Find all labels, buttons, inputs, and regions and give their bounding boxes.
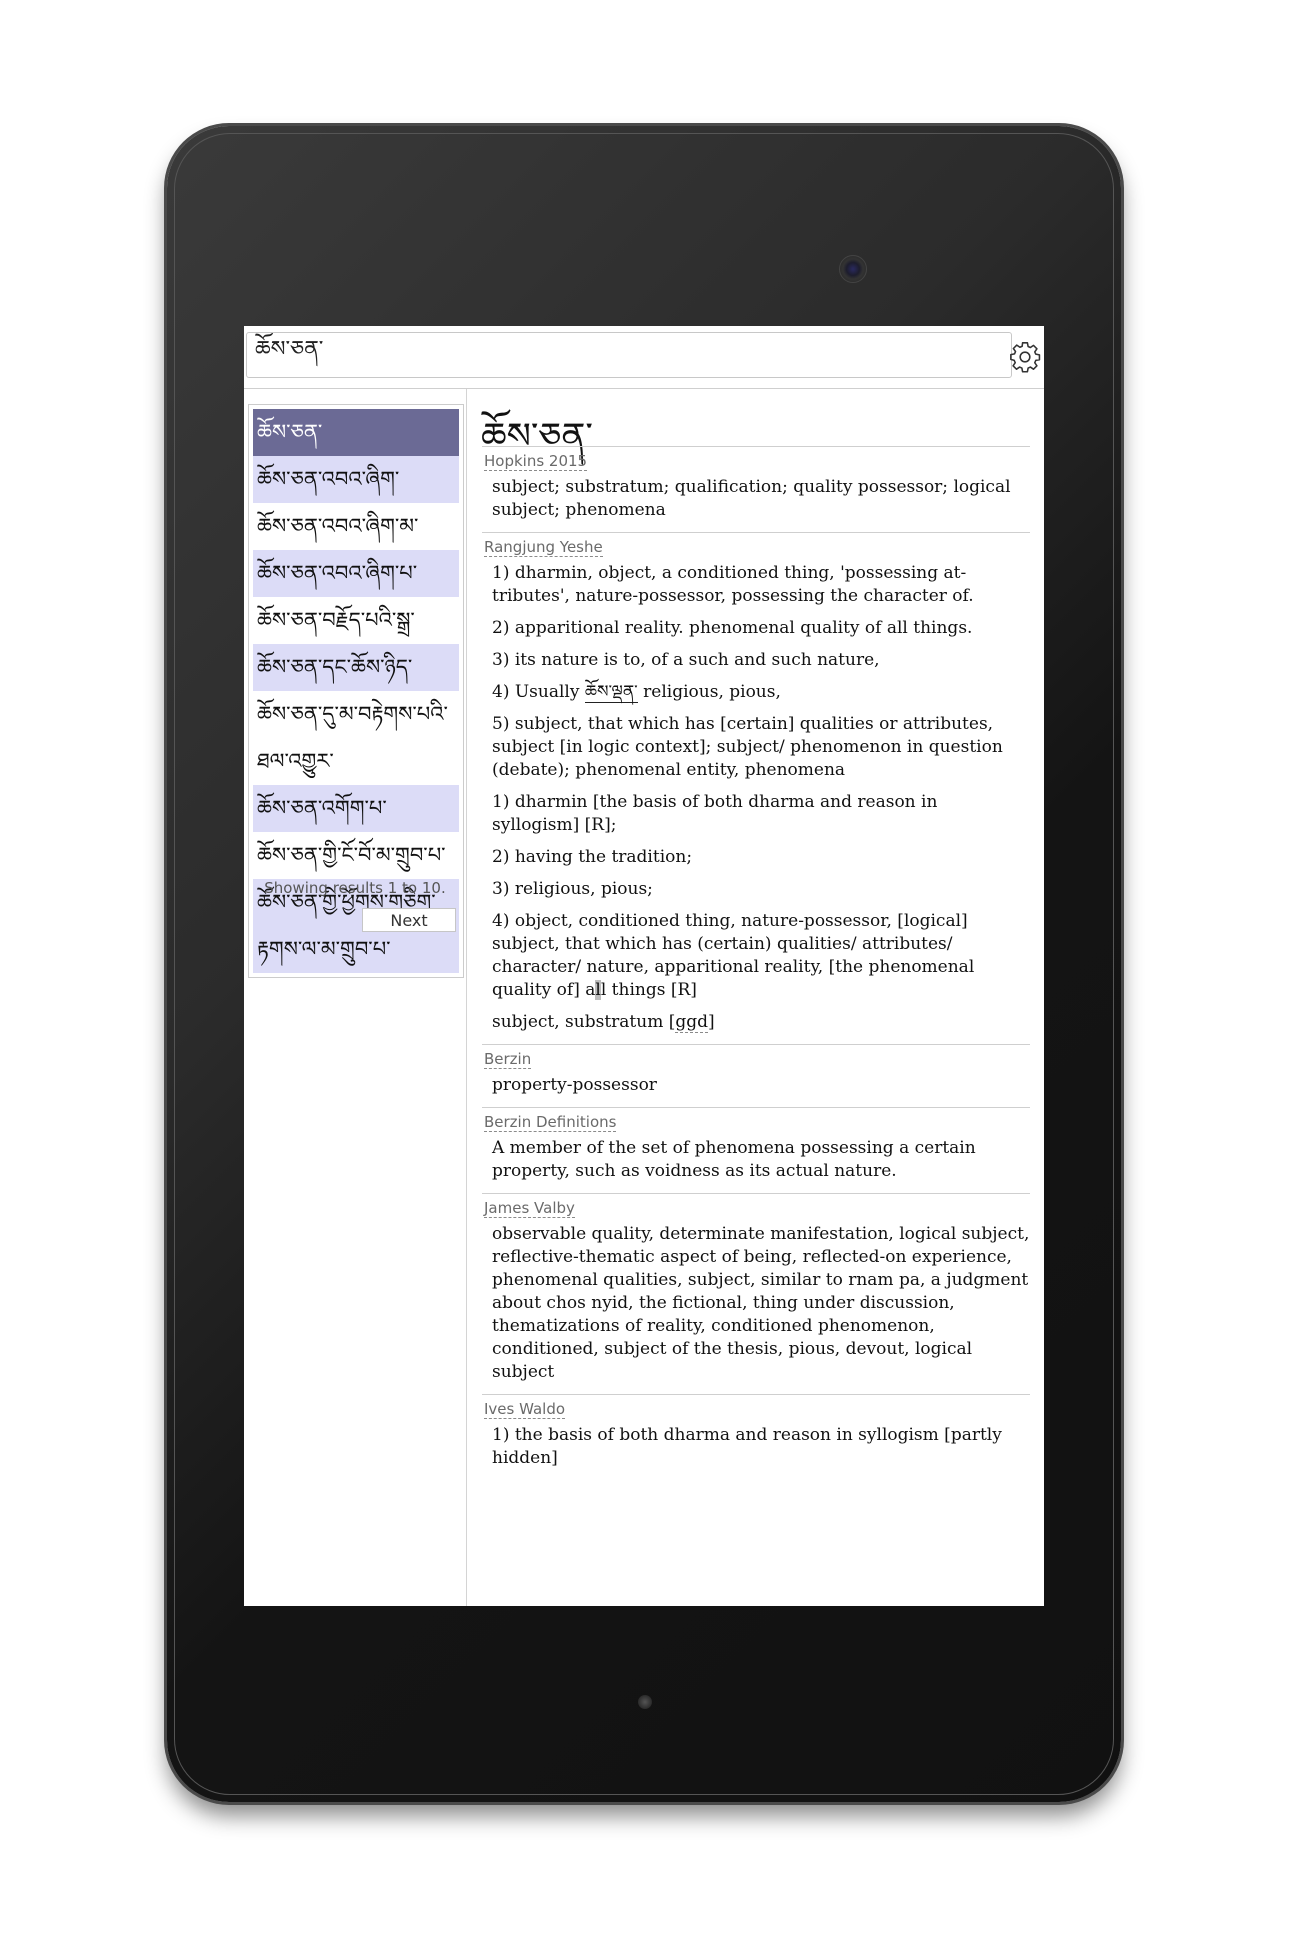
definition-text-part: l things [R] [600,980,697,1000]
definition-text: 1) dharmin [the basis of both dharma and… [492,792,938,835]
result-item[interactable]: ཆོས་ཅན་འགོག་པ་ [253,785,459,832]
source-label[interactable]: Hopkins 2015 [484,452,588,471]
definition-text: A member of the set of phenomena possess… [492,1138,976,1181]
definition-text: 1) the basis of both dharma and reason i… [492,1425,1002,1468]
result-item[interactable]: ཆོས་ཅན་འབའ་ཞིག་ [253,456,459,503]
dictionary-entry: James Valby observable quality, determina… [482,1193,1030,1394]
notification-light [638,1695,652,1709]
definition-text: observable quality, determinate manifest… [492,1224,1030,1382]
results-status: Showing results 1 to 10. [264,879,446,897]
app-screen: ཆོས་ཅན་ཆོས་ཅན་འབའ་ཞིག་ཆོས་ཅན་འབའ་ཞིག་མ་ཆ… [244,326,1044,1606]
result-item[interactable]: ཆོས་ཅན་གྱི་ངོ་བོ་མ་གྲུབ་པ་ [253,832,459,879]
definition-text: 3) religious, pious; [492,879,653,899]
definition-text-part: ] [708,1012,715,1032]
tibetan-term-link[interactable]: ཆོས་ལྡན་ [584,682,638,703]
definition-panel: ཆོས་ཅན་ Hopkins 2015 subject; substratum;… [467,389,1044,1606]
definition-suffix: religious, pious, [643,682,781,702]
definition-text: subject, substratum [ggd] [492,1011,1030,1034]
dictionary-entry: Ives Waldo 1) the basis of both dharma an… [482,1394,1030,1480]
definition-text-part: 4) object, conditioned thing, nature-pos… [492,911,975,1000]
dictionary-entry: Berzin Definitions A member of the set of… [482,1107,1030,1193]
source-label[interactable]: Rangjung Yeshe [484,538,603,557]
results-sidebar: ཆོས་ཅན་ ཆོས་ཅན་འབའ་ཞིག་ ཆོས་ཅན་འབའ་ཞིག་མ་ ཆ… [244,389,467,1606]
next-page-button[interactable]: Next [362,908,456,932]
dictionary-entry: Rangjung Yeshe 1) dharmin, object, a cond… [482,532,1030,1044]
source-label[interactable]: James Valby [484,1199,575,1218]
definition-text: 2) apparitional reality. phenomenal qual… [492,618,973,638]
definition-text: 3) its nature is to, of a such and such … [492,650,880,670]
definition-text: 4) object, conditioned thing, nature-pos… [492,910,1030,1002]
source-label[interactable]: Berzin [484,1050,532,1069]
gear-icon[interactable] [1008,340,1042,374]
definition-text: 1) dharmin, object, a conditioned thing,… [492,563,974,606]
definition-text: 5) subject, that which has [certain] qua… [492,714,1003,780]
source-label[interactable]: Ives Waldo [484,1400,566,1419]
result-item[interactable]: ཆོས་ཅན་བརྗོད་པའི་སྒྲ་ [253,597,459,644]
source-label[interactable]: Berzin Definitions [484,1113,617,1132]
result-item-selected[interactable]: ཆོས་ཅན་ [253,409,459,456]
definition-text: 2) having the tradition; [492,847,693,867]
source-abbreviation[interactable]: ggd [675,1012,709,1033]
dictionary-entry: Berzin property-possessor [482,1044,1030,1107]
result-item[interactable]: ཆོས་ཅན་དུ་མ་བརྟེགས་པའི་ ཐལ་འགྱུར་ [253,691,459,785]
definition-text: 4) Usually ཆོས་ལྡན་ religious, pious, [492,681,1030,704]
dictionary-entry: Hopkins 2015 subject; substratum; qualifi… [482,446,1030,532]
search-header [244,326,1044,389]
definition-prefix: 4) Usually [492,682,580,702]
definition-text: subject; substratum; qualification; qual… [492,477,1011,520]
result-item[interactable]: ཆོས་ཅན་འབའ་ཞིག་པ་ [253,550,459,597]
dictionary-entries: Hopkins 2015 subject; substratum; qualifi… [482,446,1030,1480]
definition-text-part: subject, substratum [ [492,1012,676,1032]
search-input[interactable] [246,332,1012,378]
result-item[interactable]: ཆོས་ཅན་འབའ་ཞིག་མ་ [253,503,459,550]
front-camera [839,255,867,283]
definition-text: property-possessor [492,1075,657,1095]
result-item[interactable]: ཆོས་ཅན་དང་ཆོས་ཉིད་ [253,644,459,691]
